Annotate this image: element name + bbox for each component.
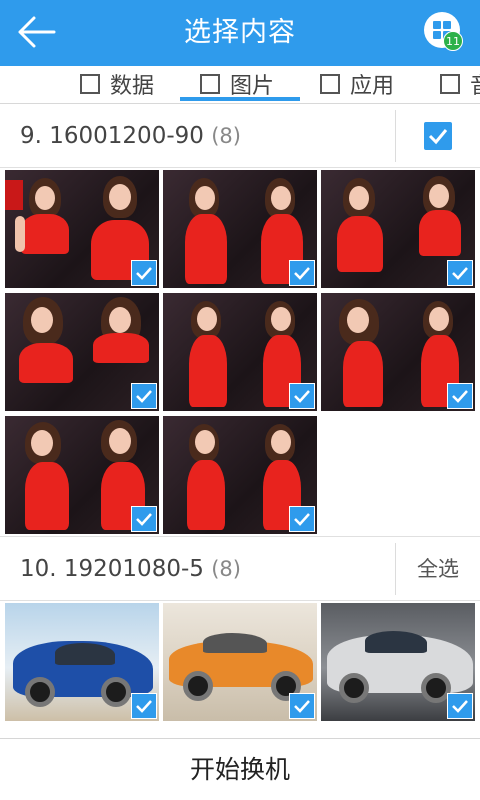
photo-thumbnail[interactable] <box>163 603 317 721</box>
check-icon[interactable] <box>447 693 473 719</box>
page-title: 选择内容 <box>184 17 296 48</box>
check-icon <box>428 129 448 145</box>
album-count: (8) <box>211 124 241 148</box>
album-title: 9. 16001200-90 (8) <box>20 104 241 168</box>
album-count: (8) <box>211 557 241 581</box>
tab-apps[interactable]: 应用 <box>320 66 394 102</box>
checkbox-icon[interactable] <box>80 74 100 94</box>
checkbox-icon[interactable] <box>200 74 220 94</box>
check-icon[interactable] <box>289 693 315 719</box>
start-transfer-button[interactable]: 开始换机 <box>0 739 480 800</box>
tab-label: 应用 <box>350 74 395 99</box>
divider <box>0 167 480 168</box>
photo-thumbnail[interactable] <box>5 603 159 721</box>
album-name: 9. 16001200-90 <box>20 123 204 149</box>
check-icon[interactable] <box>289 506 315 532</box>
select-album-checkbox[interactable] <box>424 122 452 150</box>
tab-data[interactable]: 数据 <box>80 66 154 102</box>
active-tab-indicator <box>180 97 300 101</box>
album-header: 10. 19201080-5 (8) 全选 <box>0 537 480 601</box>
album-header: 9. 16001200-90 (8) <box>0 104 480 168</box>
checkbox-icon[interactable] <box>440 74 460 94</box>
photo-thumbnail[interactable] <box>163 416 317 534</box>
bottom-bar: 开始换机 <box>0 738 480 800</box>
photo-thumbnail[interactable] <box>163 170 317 288</box>
divider <box>395 110 396 162</box>
app-header: 选择内容 11 <box>0 0 480 66</box>
tab-music[interactable]: 音 <box>440 66 480 102</box>
photo-thumbnail[interactable] <box>321 603 475 721</box>
album-name: 10. 19201080-5 <box>20 556 204 582</box>
check-icon[interactable] <box>447 383 473 409</box>
check-icon[interactable] <box>131 260 157 286</box>
tab-label: 图片 <box>230 74 275 99</box>
photo-thumbnail[interactable] <box>321 170 475 288</box>
check-icon[interactable] <box>131 506 157 532</box>
check-icon[interactable] <box>289 383 315 409</box>
photo-thumbnail[interactable] <box>321 293 475 411</box>
checkbox-icon[interactable] <box>320 74 340 94</box>
photo-thumbnail[interactable] <box>5 293 159 411</box>
divider <box>0 600 480 601</box>
count-badge: 11 <box>443 31 463 51</box>
select-all-button[interactable]: 全选 <box>396 537 480 601</box>
photo-thumbnail[interactable] <box>5 170 159 288</box>
tab-label: 音 <box>470 68 480 100</box>
tab-label: 数据 <box>110 74 155 99</box>
check-icon[interactable] <box>131 693 157 719</box>
photo-thumbnail[interactable] <box>5 416 159 534</box>
album-title: 10. 19201080-5 (8) <box>20 537 241 601</box>
check-icon[interactable] <box>447 260 473 286</box>
photo-thumbnail[interactable] <box>163 293 317 411</box>
check-icon[interactable] <box>289 260 315 286</box>
check-icon[interactable] <box>131 383 157 409</box>
